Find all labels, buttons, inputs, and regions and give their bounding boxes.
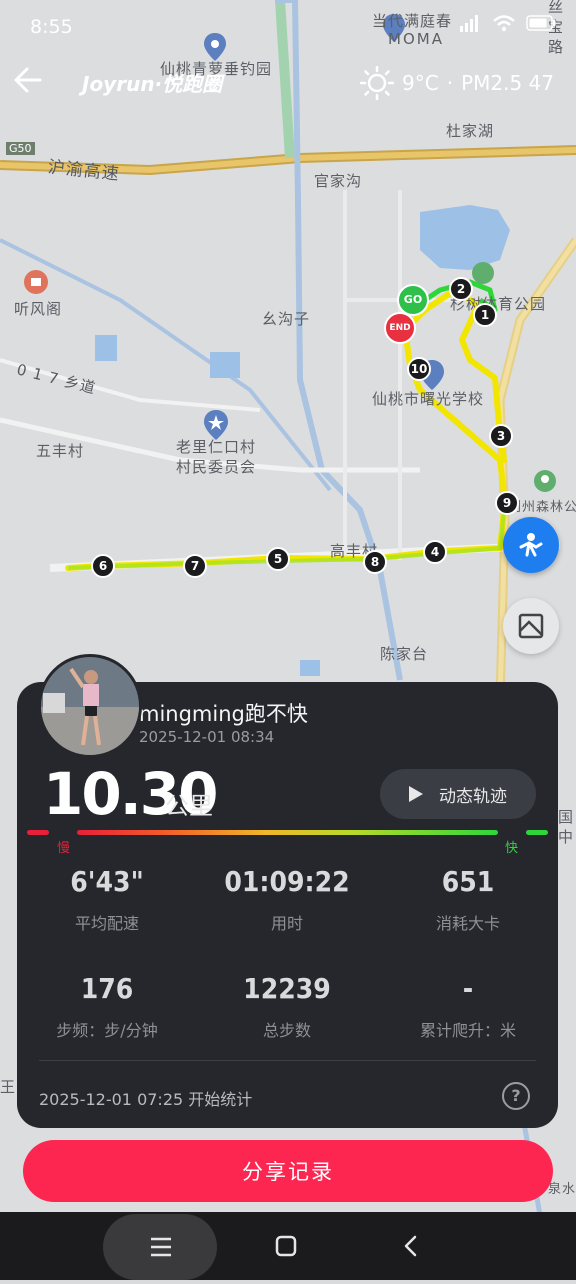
map-label: 国 — [558, 808, 575, 826]
speed-legend: 慢 快 — [27, 827, 548, 856]
signal-icon — [460, 15, 478, 32]
home-button[interactable] — [260, 1212, 312, 1280]
park-icon[interactable] — [534, 470, 556, 492]
fast-label: 快 — [504, 841, 518, 856]
map-label: 中 — [558, 828, 575, 846]
runner-location-button[interactable] — [503, 517, 559, 573]
run-datetime: 2025-12-01 08:34 — [139, 728, 275, 746]
stat-total-steps: 12239 总步数 — [197, 972, 377, 1041]
km-marker[interactable]: 5 — [266, 547, 290, 571]
temperature: 9°C — [402, 71, 439, 95]
wifi-icon — [493, 15, 515, 32]
play-icon — [409, 786, 423, 802]
stat-value: 01:09:22 — [224, 865, 350, 898]
dynamic-track-button[interactable]: 动态轨迹 — [380, 769, 536, 819]
start-time-info: 2025-12-01 07:25 开始统计 — [39, 1090, 253, 1109]
map-label: 仙桃市曙光学校 — [372, 390, 485, 408]
stat-duration: 01:09:22 用时 — [197, 865, 377, 934]
km-marker[interactable]: 2 — [449, 277, 473, 301]
runner-icon — [519, 533, 543, 557]
stat-label: 累计爬升：米 — [419, 1021, 516, 1040]
stat-label: 消耗大卡 — [435, 914, 500, 933]
highway-shield: G50 — [6, 142, 35, 155]
map-layer-button[interactable] — [503, 598, 559, 654]
map-label: 杜家湖 — [446, 122, 495, 140]
share-record-button[interactable]: 分享记录 — [23, 1140, 553, 1202]
weather-info: 9°C · PM2.5 47 — [360, 66, 554, 100]
dynamic-track-label: 动态轨迹 — [439, 786, 507, 807]
stat-label: 用时 — [270, 914, 303, 933]
system-nav-bar — [0, 1212, 576, 1280]
battery-icon — [526, 15, 556, 31]
back-chevron-icon — [404, 1235, 417, 1257]
km-marker[interactable]: 8 — [363, 550, 387, 574]
divider — [39, 1060, 536, 1061]
status-bar: 8:55 — [0, 0, 576, 56]
slow-swatch — [27, 830, 49, 835]
km-marker[interactable]: 1 — [473, 303, 497, 327]
slow-label: 慢 — [57, 841, 71, 856]
avatar[interactable] — [38, 654, 142, 758]
speed-gradient-bar — [77, 830, 498, 835]
map-label: 官家沟 — [314, 172, 363, 190]
status-time: 8:55 — [30, 16, 73, 38]
map-label: 泉水 — [548, 1182, 576, 1197]
menu-icon — [151, 1237, 171, 1257]
stat-cadence: 176 步频：步/分钟 — [17, 972, 197, 1041]
stat-value: - — [462, 972, 474, 1005]
distance-unit: 公里 — [165, 792, 213, 820]
fast-swatch — [526, 830, 548, 835]
air-quality: PM2.5 47 — [461, 71, 554, 95]
stat-avg-pace: 6'43" 平均配速 — [17, 865, 197, 934]
km-marker[interactable]: 7 — [183, 554, 207, 578]
map-label: 五丰村 — [36, 442, 85, 460]
km-marker[interactable]: 9 — [495, 491, 519, 515]
attraction-icon[interactable] — [24, 270, 48, 294]
km-marker[interactable]: 4 — [423, 540, 447, 564]
map-label: 老里仁口村 — [176, 438, 257, 456]
back-arrow-icon[interactable] — [10, 62, 46, 98]
separator: · — [446, 71, 454, 95]
end-marker[interactable]: END — [384, 312, 416, 344]
stat-value: 6'43" — [70, 865, 144, 898]
map-label: 幺沟子 — [262, 310, 311, 328]
stat-label: 平均配速 — [74, 914, 139, 933]
help-icon[interactable]: ? — [502, 1082, 530, 1110]
sun-icon — [360, 66, 394, 100]
stat-label: 步频：步/分钟 — [56, 1021, 158, 1040]
stat-value: 12239 — [243, 972, 331, 1005]
km-marker[interactable]: 6 — [91, 554, 115, 578]
brand-logo: Joyrun·悦跑圈 — [82, 72, 223, 96]
app-bar: Joyrun·悦跑圈 9°C · PM2.5 47 — [0, 56, 576, 108]
home-square-icon — [275, 1235, 297, 1257]
avatar-image — [41, 657, 139, 755]
map-label: 王 — [0, 1078, 17, 1096]
stat-value: 651 — [441, 865, 495, 898]
recent-apps-button[interactable] — [103, 1214, 217, 1280]
back-button[interactable] — [385, 1212, 437, 1280]
stat-label: 总步数 — [262, 1021, 311, 1040]
km-marker[interactable]: 10 — [407, 357, 431, 381]
layers-icon — [518, 613, 544, 639]
username[interactable]: mingming跑不快 — [139, 698, 308, 728]
map-label: 陈家台 — [380, 645, 429, 663]
stat-value: 176 — [80, 972, 134, 1005]
map-label: 村民委员会 — [176, 458, 257, 476]
park-icon[interactable] — [472, 262, 494, 284]
stat-elevation-gain: - 累计爬升：米 — [378, 972, 558, 1041]
stat-calories: 651 消耗大卡 — [378, 865, 558, 934]
map-label: 听风阁 — [14, 300, 63, 318]
km-marker[interactable]: 3 — [489, 424, 513, 448]
